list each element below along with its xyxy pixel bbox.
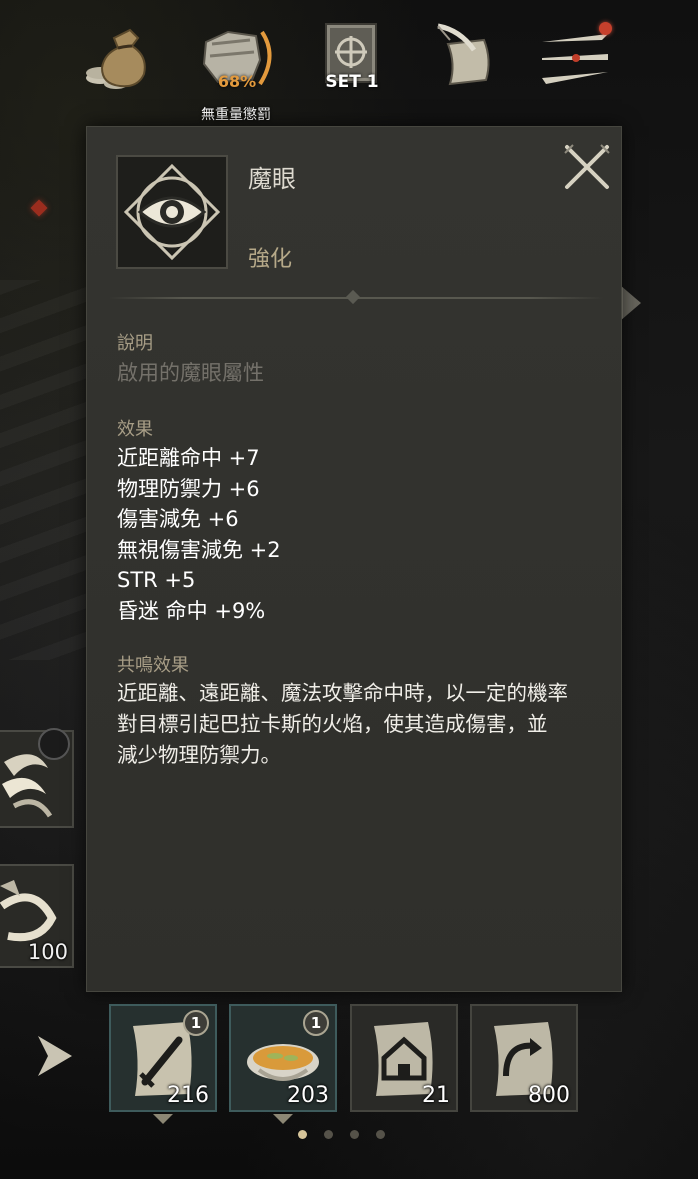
- slot-count: 216: [167, 1083, 209, 1108]
- quickslot-page-indicator[interactable]: [298, 1130, 385, 1139]
- item-tooltip-panel: 魔眼 強化 說明 啟用的魔眼屬性 效果 近距離命中 +7 物理防禦力 +6 傷害…: [86, 126, 622, 992]
- side-skill-whirl[interactable]: 100: [0, 864, 74, 968]
- effect-item: 無視傷害減免 +2: [117, 537, 281, 562]
- quest-scroll-icon[interactable]: [430, 20, 508, 94]
- description-text: 啟用的魔眼屬性: [117, 361, 264, 385]
- notification-badge: [599, 22, 612, 35]
- resonance-text: 近距離、遠距離、魔法攻擊命中時，以一定的機率 對目標引起巴拉卡斯的火焰，使其造成…: [117, 678, 617, 771]
- weight-status-label: 無重量懲罰: [201, 107, 271, 123]
- item-icon-frame: [116, 155, 228, 269]
- side-skill-claw[interactable]: [0, 728, 74, 828]
- equipment-set-label: SET 1: [325, 72, 379, 92]
- page-dot[interactable]: [324, 1130, 333, 1139]
- effects-title: 效果: [117, 419, 153, 440]
- quick-slot-3[interactable]: 21: [350, 1004, 458, 1112]
- item-grade: 強化: [248, 247, 293, 272]
- top-bar: 68% 無重量懲罰 SET 1: [0, 0, 698, 128]
- side-skill-count: 100: [27, 940, 68, 964]
- page-dot[interactable]: [350, 1130, 359, 1139]
- magic-eye-icon: [123, 163, 221, 261]
- effect-item: 昏迷 命中 +9%: [117, 598, 266, 623]
- description-title: 說明: [117, 333, 153, 354]
- resonance-line: 對目標引起巴拉卡斯的火焰，使其造成傷害，並: [117, 712, 548, 736]
- slot-count: 203: [287, 1083, 329, 1108]
- divider-ornament: [345, 289, 361, 305]
- resonance-line: 減少物理防禦力。: [117, 743, 281, 767]
- effect-item: STR +5: [117, 568, 196, 593]
- quick-slot-1[interactable]: 1 216: [109, 1004, 217, 1112]
- resonance-line: 近距離、遠距離、魔法攻擊命中時，以一定的機率: [117, 681, 568, 705]
- effect-item: 物理防禦力 +6: [117, 476, 260, 501]
- slot-badge: 1: [183, 1010, 209, 1036]
- effect-item: 傷害減免 +6: [117, 507, 239, 532]
- resonance-title: 共鳴效果: [117, 655, 189, 676]
- expand-arrow-icon[interactable]: [36, 1034, 74, 1078]
- slot-badge: 1: [303, 1010, 329, 1036]
- quick-slot-2[interactable]: 1 203: [229, 1004, 337, 1112]
- quick-slot-4[interactable]: 800: [470, 1004, 578, 1112]
- item-name: 魔眼: [248, 165, 296, 193]
- effect-item: 近距離命中 +7: [117, 446, 260, 470]
- page-dot[interactable]: [376, 1130, 385, 1139]
- close-icon[interactable]: [561, 141, 613, 193]
- page-dot[interactable]: [298, 1130, 307, 1139]
- effects-list: 近距離命中 +7 物理防禦力 +6 傷害減免 +6 無視傷害減免 +2 STR …: [117, 443, 281, 627]
- slot-count: 800: [528, 1083, 570, 1108]
- gold-bag-icon[interactable]: [80, 20, 158, 94]
- slot-count: 21: [422, 1083, 450, 1108]
- weight-percent: 68%: [217, 72, 257, 91]
- cooldown-ring: [38, 728, 70, 760]
